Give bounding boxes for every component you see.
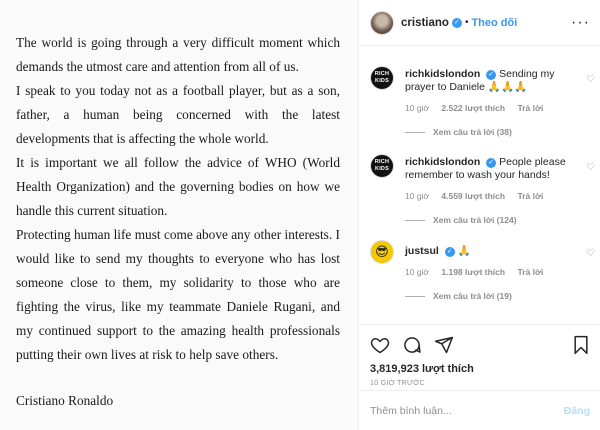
action-icons-row (370, 333, 590, 357)
post-paragraph-4: Protecting human life must come above an… (16, 227, 340, 362)
comment-time: 10 giờ (405, 103, 430, 113)
like-comment-heart-icon[interactable]: ♡ (586, 162, 595, 173)
replies-line (405, 295, 425, 297)
comment-text: 🙏 (457, 245, 471, 257)
heart-icon[interactable] (370, 335, 390, 355)
like-comment-heart-icon[interactable]: ♡ (586, 248, 595, 259)
comment-body: richkidslondon ✓ People please remember … (405, 156, 575, 182)
commenter-username[interactable]: richkidslondon (405, 68, 480, 80)
verified-badge-icon: ✓ (444, 247, 455, 257)
reply-button[interactable]: Trả lời (517, 191, 543, 201)
post-comment-button[interactable]: Đăng (564, 405, 590, 417)
post-header: cristiano ✓ • Theo dõi ··· (360, 0, 600, 46)
commenter-username[interactable]: richkidslondon (405, 156, 480, 168)
comment-meta: 10 giờ 4.559 lượt thích Trả lời (405, 191, 553, 201)
reply-button[interactable]: Trả lời (517, 267, 543, 277)
comment-likes[interactable]: 2.522 lượt thích (441, 103, 505, 113)
commenter-avatar[interactable]: RICH KIDS (370, 66, 394, 90)
commenter-avatar[interactable]: 😎 (370, 240, 394, 264)
bookmark-icon[interactable] (572, 335, 590, 355)
share-icon[interactable] (434, 335, 454, 355)
post-paragraph-2: I speak to you today not as a football p… (16, 83, 340, 146)
comment-meta: 10 giờ 2.522 lượt thích Trả lời (405, 103, 553, 113)
author-avatar[interactable] (370, 10, 394, 35)
comment-time: 10 giờ (405, 191, 430, 201)
replies-line (405, 219, 425, 221)
post-timestamp: 10 GIỜ TRƯỚC (370, 380, 425, 387)
verified-badge-icon: ✓ (486, 70, 497, 80)
verified-badge-icon: ✓ (486, 158, 497, 168)
commenter-avatar[interactable]: RICH KIDS (370, 154, 394, 178)
more-options-icon[interactable]: ··· (571, 14, 590, 30)
post-paragraph-3: It is important we all follow the advice… (16, 155, 340, 218)
verified-badge-icon: ✓ (451, 17, 462, 28)
comment-time: 10 giờ (405, 267, 430, 277)
add-comment-input[interactable] (370, 404, 564, 417)
comment-likes[interactable]: 1.198 lượt thích (441, 267, 505, 277)
reply-button[interactable]: Trả lời (517, 103, 543, 113)
view-replies-label: Xem câu trả lời (38) (433, 127, 512, 137)
post-signature: Cristiano Ronaldo (16, 393, 114, 408)
replies-line (405, 131, 425, 133)
author-username[interactable]: cristiano (401, 17, 449, 29)
separator-dot: • (464, 17, 469, 28)
post-side-panel: cristiano ✓ • Theo dõi ··· RICH KIDS ric… (360, 0, 600, 430)
like-comment-heart-icon[interactable]: ♡ (586, 74, 595, 85)
view-replies-label: Xem câu trả lời (19) (433, 291, 512, 301)
view-replies-button[interactable]: Xem câu trả lời (124) (405, 215, 517, 225)
add-comment-bar: Đăng (360, 390, 600, 430)
post-actions: 3,819,923 lượt thích 10 GIỜ TRƯỚC (360, 324, 600, 387)
comment-body: richkidslondon ✓ Sending my prayer to Da… (405, 68, 575, 94)
follow-button[interactable]: Theo dõi (471, 17, 517, 29)
post-paragraph-1: The world is going through a very diffic… (16, 35, 340, 74)
view-replies-button[interactable]: Xem câu trả lời (19) (405, 291, 512, 301)
comment-icon[interactable] (402, 335, 422, 355)
view-replies-label: Xem câu trả lời (124) (433, 215, 517, 225)
comments-list[interactable]: RICH KIDS richkidslondon ✓ Sending my pr… (360, 46, 600, 324)
comment-body: justsul ✓ 🙏 (405, 245, 575, 258)
post-image: The world is going through a very diffic… (0, 0, 359, 430)
view-replies-button[interactable]: Xem câu trả lời (38) (405, 127, 512, 137)
post-likes-count[interactable]: 3,819,923 lượt thích (370, 363, 590, 375)
comment-likes[interactable]: 4.559 lượt thích (441, 191, 505, 201)
comment-meta: 10 giờ 1.198 lượt thích Trả lời (405, 267, 553, 277)
commenter-username[interactable]: justsul (405, 245, 439, 257)
